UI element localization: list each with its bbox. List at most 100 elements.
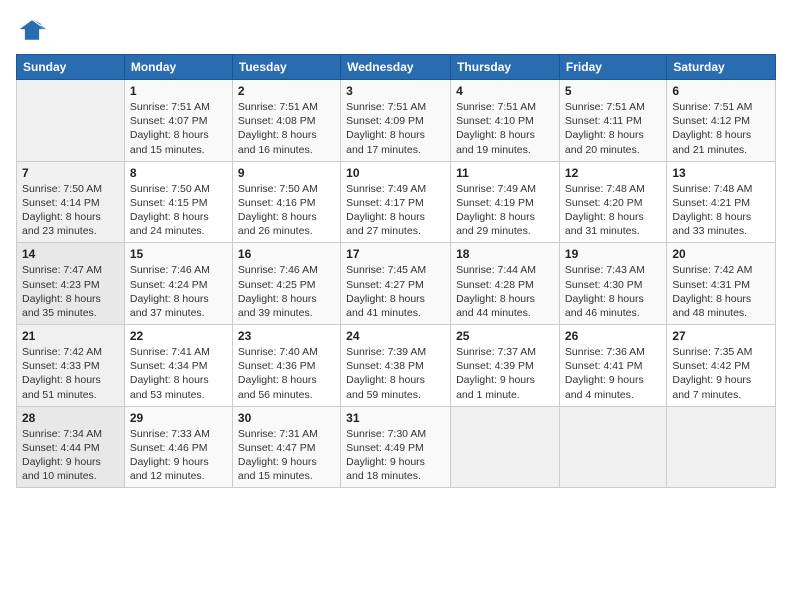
day-info: Sunrise: 7:41 AMSunset: 4:34 PMDaylight:… [130,345,227,402]
day-cell: 22 Sunrise: 7:41 AMSunset: 4:34 PMDayligh… [124,325,232,407]
week-row-4: 21 Sunrise: 7:42 AMSunset: 4:33 PMDayligh… [17,325,776,407]
day-info: Sunrise: 7:49 AMSunset: 4:17 PMDaylight:… [346,182,445,239]
day-cell: 18Sunrise: 7:44 AMSunset: 4:28 PMDayligh… [451,243,560,325]
day-number: 8 [130,166,227,180]
day-info: Sunrise: 7:40 AMSunset: 4:36 PMDaylight:… [238,345,335,402]
day-cell: 19 Sunrise: 7:43 AMSunset: 4:30 PMDayligh… [559,243,666,325]
day-cell [559,406,666,488]
day-cell: 31 Sunrise: 7:30 AMSunset: 4:49 PMDayligh… [341,406,451,488]
day-number: 31 [346,411,445,425]
day-info: Sunrise: 7:35 AMSunset: 4:42 PMDaylight:… [672,345,770,402]
week-row-2: 7Sunrise: 7:50 AMSunset: 4:14 PMDaylight… [17,161,776,243]
day-number: 16 [238,247,335,261]
day-cell [667,406,776,488]
day-number: 13 [672,166,770,180]
day-of-week-sunday: Sunday [17,55,125,80]
day-cell: 30Sunrise: 7:31 AMSunset: 4:47 PMDayligh… [232,406,340,488]
day-info: Sunrise: 7:34 AMSunset: 4:44 PMDaylight:… [22,427,119,484]
day-cell: 8 Sunrise: 7:50 AMSunset: 4:15 PMDaylight… [124,161,232,243]
week-row-5: 28Sunrise: 7:34 AMSunset: 4:44 PMDayligh… [17,406,776,488]
day-cell: 13 Sunrise: 7:48 AMSunset: 4:21 PMDayligh… [667,161,776,243]
day-number: 3 [346,84,445,98]
day-cell: 23Sunrise: 7:40 AMSunset: 4:36 PMDayligh… [232,325,340,407]
day-cell: 21 Sunrise: 7:42 AMSunset: 4:33 PMDayligh… [17,325,125,407]
calendar: SundayMondayTuesdayWednesdayThursdayFrid… [16,54,776,488]
day-number: 20 [672,247,770,261]
day-cell [17,80,125,162]
day-number: 9 [238,166,335,180]
day-info: Sunrise: 7:45 AMSunset: 4:27 PMDaylight:… [346,263,445,320]
day-of-week-tuesday: Tuesday [232,55,340,80]
day-cell: 10 Sunrise: 7:49 AMSunset: 4:17 PMDayligh… [341,161,451,243]
day-info: Sunrise: 7:49 AMSunset: 4:19 PMDaylight:… [456,182,554,239]
day-number: 22 [130,329,227,343]
day-number: 10 [346,166,445,180]
day-cell [451,406,560,488]
day-number: 15 [130,247,227,261]
day-cell: 29 Sunrise: 7:33 AMSunset: 4:46 PMDayligh… [124,406,232,488]
day-number: 1 [130,84,227,98]
day-number: 29 [130,411,227,425]
day-info: Sunrise: 7:51 AMSunset: 4:12 PMDaylight:… [672,100,770,157]
day-number: 17 [346,247,445,261]
day-cell: 14Sunrise: 7:47 AMSunset: 4:23 PMDayligh… [17,243,125,325]
day-info: Sunrise: 7:33 AMSunset: 4:46 PMDaylight:… [130,427,227,484]
day-of-week-wednesday: Wednesday [341,55,451,80]
day-info: Sunrise: 7:43 AMSunset: 4:30 PMDaylight:… [565,263,661,320]
logo-icon [16,16,48,44]
calendar-header: SundayMondayTuesdayWednesdayThursdayFrid… [17,55,776,80]
day-cell: 17 Sunrise: 7:45 AMSunset: 4:27 PMDayligh… [341,243,451,325]
day-number: 5 [565,84,661,98]
day-info: Sunrise: 7:48 AMSunset: 4:20 PMDaylight:… [565,182,661,239]
day-info: Sunrise: 7:50 AMSunset: 4:16 PMDaylight:… [238,182,335,239]
day-cell: 6Sunrise: 7:51 AMSunset: 4:12 PMDaylight… [667,80,776,162]
day-info: Sunrise: 7:47 AMSunset: 4:23 PMDaylight:… [22,263,119,320]
page: SundayMondayTuesdayWednesdayThursdayFrid… [0,0,792,612]
header [16,16,776,44]
calendar-body: 1 Sunrise: 7:51 AMSunset: 4:07 PMDaylight… [17,80,776,488]
day-info: Sunrise: 7:30 AMSunset: 4:49 PMDaylight:… [346,427,445,484]
day-info: Sunrise: 7:42 AMSunset: 4:31 PMDaylight:… [672,263,770,320]
day-info: Sunrise: 7:36 AMSunset: 4:41 PMDaylight:… [565,345,661,402]
day-number: 30 [238,411,335,425]
day-number: 24 [346,329,445,343]
day-number: 26 [565,329,661,343]
day-cell: 2 Sunrise: 7:51 AMSunset: 4:08 PMDaylight… [232,80,340,162]
day-cell: 20 Sunrise: 7:42 AMSunset: 4:31 PMDayligh… [667,243,776,325]
day-info: Sunrise: 7:50 AMSunset: 4:15 PMDaylight:… [130,182,227,239]
week-row-3: 14Sunrise: 7:47 AMSunset: 4:23 PMDayligh… [17,243,776,325]
day-info: Sunrise: 7:39 AMSunset: 4:38 PMDaylight:… [346,345,445,402]
day-cell: 24 Sunrise: 7:39 AMSunset: 4:38 PMDayligh… [341,325,451,407]
day-number: 25 [456,329,554,343]
day-cell: 4 Sunrise: 7:51 AMSunset: 4:10 PMDaylight… [451,80,560,162]
day-info: Sunrise: 7:51 AMSunset: 4:09 PMDaylight:… [346,100,445,157]
day-number: 19 [565,247,661,261]
day-number: 7 [22,166,119,180]
day-info: Sunrise: 7:51 AMSunset: 4:08 PMDaylight:… [238,100,335,157]
day-number: 21 [22,329,119,343]
day-of-week-friday: Friday [559,55,666,80]
day-of-week-saturday: Saturday [667,55,776,80]
day-cell: 27 Sunrise: 7:35 AMSunset: 4:42 PMDayligh… [667,325,776,407]
day-info: Sunrise: 7:51 AMSunset: 4:07 PMDaylight:… [130,100,227,157]
day-number: 2 [238,84,335,98]
day-cell: 26 Sunrise: 7:36 AMSunset: 4:41 PMDayligh… [559,325,666,407]
day-cell: 15Sunrise: 7:46 AMSunset: 4:24 PMDayligh… [124,243,232,325]
day-number: 11 [456,166,554,180]
day-number: 4 [456,84,554,98]
day-info: Sunrise: 7:44 AMSunset: 4:28 PMDaylight:… [456,263,554,320]
day-of-week-monday: Monday [124,55,232,80]
day-cell: 3 Sunrise: 7:51 AMSunset: 4:09 PMDaylight… [341,80,451,162]
logo [16,16,52,44]
day-cell: 7Sunrise: 7:50 AMSunset: 4:14 PMDaylight… [17,161,125,243]
day-cell: 25 Sunrise: 7:37 AMSunset: 4:39 PMDayligh… [451,325,560,407]
day-cell: 9 Sunrise: 7:50 AMSunset: 4:16 PMDaylight… [232,161,340,243]
day-info: Sunrise: 7:42 AMSunset: 4:33 PMDaylight:… [22,345,119,402]
day-cell: 16Sunrise: 7:46 AMSunset: 4:25 PMDayligh… [232,243,340,325]
day-of-week-thursday: Thursday [451,55,560,80]
day-cell: 5Sunrise: 7:51 AMSunset: 4:11 PMDaylight… [559,80,666,162]
day-info: Sunrise: 7:37 AMSunset: 4:39 PMDaylight:… [456,345,554,402]
day-info: Sunrise: 7:51 AMSunset: 4:10 PMDaylight:… [456,100,554,157]
day-number: 27 [672,329,770,343]
day-info: Sunrise: 7:48 AMSunset: 4:21 PMDaylight:… [672,182,770,239]
